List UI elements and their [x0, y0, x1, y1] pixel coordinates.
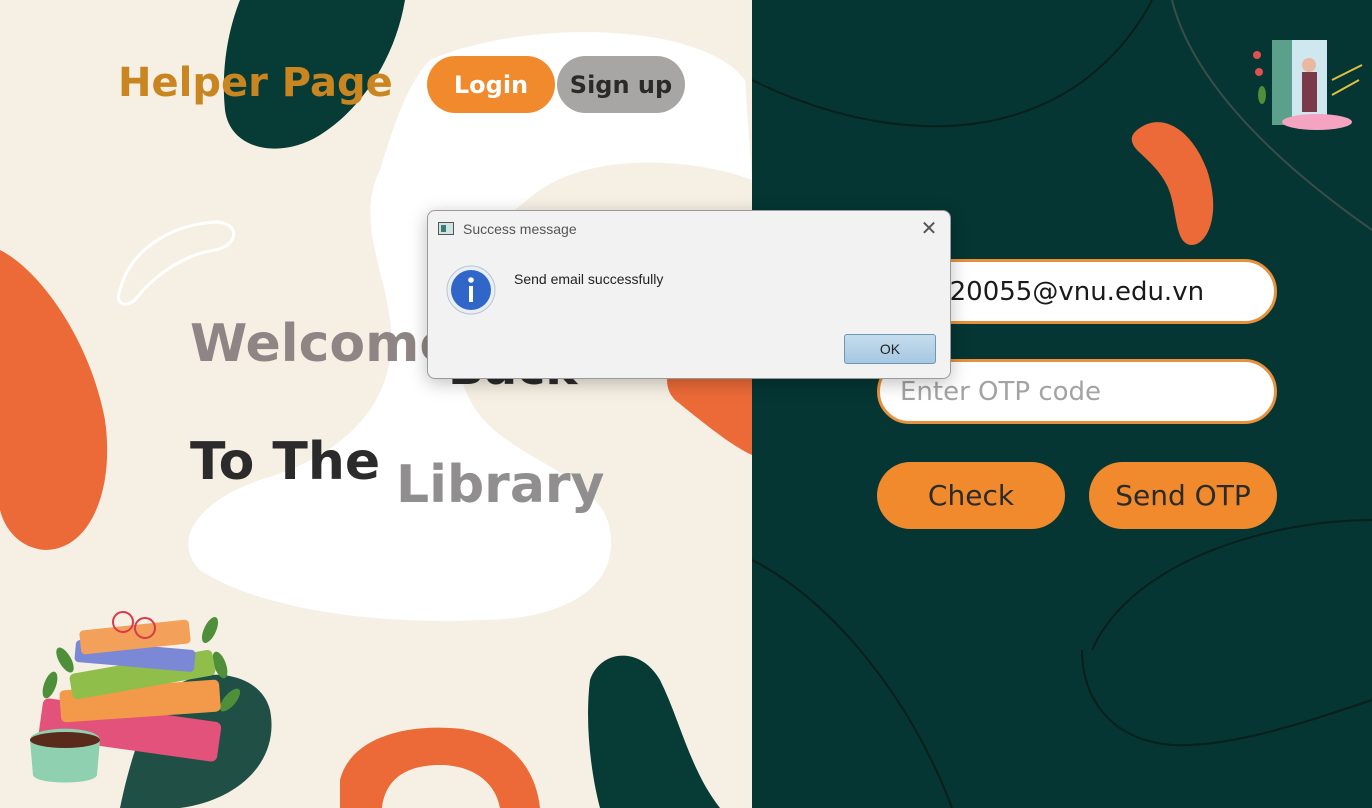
- welcome-text: Welcome: [190, 314, 455, 374]
- books-illustration: [30, 611, 241, 783]
- to-the-text: To The: [190, 432, 381, 492]
- close-icon[interactable]: ✕: [918, 216, 940, 240]
- app-icon: [438, 222, 454, 235]
- info-icon: [446, 265, 496, 315]
- check-button[interactable]: Check: [877, 462, 1065, 529]
- ok-button[interactable]: OK: [844, 334, 936, 364]
- send-otp-button[interactable]: Send OTP: [1089, 462, 1277, 529]
- library-text: Library: [396, 455, 605, 515]
- success-dialog: Success message ✕ Send email successfull…: [427, 210, 951, 379]
- left-panel: Helper Page Login Sign up Back Welcome T…: [0, 0, 752, 808]
- right-panel: 22020055@vnu.edu.vn Enter OTP code Check…: [752, 0, 1372, 808]
- page-title: Helper Page: [118, 60, 393, 106]
- dialog-titlebar[interactable]: Success message ✕: [428, 211, 950, 247]
- signup-button[interactable]: Sign up: [557, 56, 685, 113]
- reading-illustration: [1253, 40, 1363, 130]
- dialog-message: Send email successfully: [514, 271, 664, 287]
- login-button[interactable]: Login: [427, 56, 555, 113]
- dialog-title: Success message: [463, 221, 577, 237]
